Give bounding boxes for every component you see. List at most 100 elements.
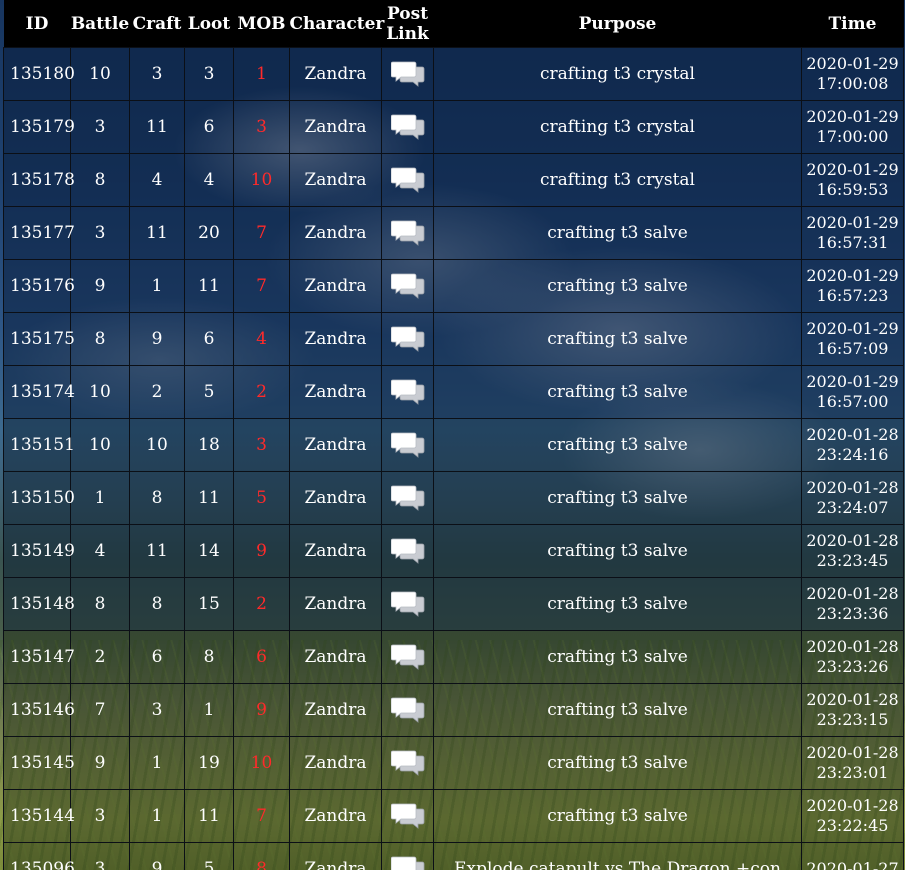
cell-purpose: crafting t3 salve [433, 365, 802, 419]
cell-craft: 11 [129, 100, 185, 154]
cell-time-date: 2020-01-29 [806, 107, 899, 126]
cell-character: Zandra [289, 206, 382, 260]
cell-post-link [381, 842, 434, 870]
chat-bubbles-icon[interactable] [390, 590, 425, 618]
cell-id: 135147 [3, 630, 75, 684]
table-row: 135178 8 4 4 10 Zandra crafting t3 cryst… [3, 153, 904, 207]
cell-battle: 2 [70, 630, 130, 684]
header-loot[interactable]: Loot [184, 0, 234, 48]
chat-bubbles-icon[interactable] [390, 431, 425, 459]
header-time[interactable]: Time [801, 0, 904, 48]
cell-time-date: 2020-01-29 [806, 372, 899, 391]
cell-post-link [381, 683, 434, 737]
chat-bubbles-icon[interactable] [390, 272, 425, 300]
cell-mob: 3 [233, 100, 290, 154]
header-row: ID Battle Craft Loot MOB Character Post L… [3, 0, 904, 48]
table-row: 135175 8 9 6 4 Zandra crafting t3 salve … [3, 312, 904, 366]
chat-bubbles-icon[interactable] [390, 802, 425, 830]
cell-post-link [381, 206, 434, 260]
cell-battle: 4 [70, 524, 130, 578]
cell-id: 135176 [3, 259, 75, 313]
cell-id: 135174 [3, 365, 75, 419]
cell-time-date: 2020-01-28 [806, 425, 899, 444]
chat-bubbles-icon[interactable] [390, 855, 425, 870]
table-row: 135145 9 1 19 10 Zandra crafting t3 salv… [3, 736, 904, 790]
cell-time: 2020-01-27 [801, 842, 904, 870]
cell-time-date: 2020-01-28 [806, 796, 899, 815]
cell-battle: 9 [70, 736, 130, 790]
cell-battle: 9 [70, 259, 130, 313]
chat-bubbles-icon[interactable] [390, 60, 425, 88]
cell-craft: 1 [129, 789, 185, 843]
chat-bubbles-icon[interactable] [390, 113, 425, 141]
chat-bubbles-icon[interactable] [390, 696, 425, 724]
cell-post-link [381, 418, 434, 472]
cell-post-link [381, 365, 434, 419]
cell-time: 2020-01-29 16:57:00 [801, 365, 904, 419]
cell-time-clock: 23:22:45 [816, 816, 889, 835]
cell-post-link [381, 100, 434, 154]
cell-craft: 1 [129, 259, 185, 313]
header-character[interactable]: Character [289, 0, 384, 48]
cell-purpose: crafting t3 salve [433, 418, 802, 472]
cell-post-link [381, 471, 434, 525]
header-post-link[interactable]: Post Link [381, 0, 434, 48]
cell-character: Zandra [289, 789, 382, 843]
table-row: 135177 3 11 20 7 Zandra crafting t3 salv… [3, 206, 904, 260]
header-battle[interactable]: Battle [70, 0, 130, 48]
cell-time: 2020-01-28 23:24:16 [801, 418, 904, 472]
cell-loot: 4 [184, 153, 234, 207]
cell-mob: 4 [233, 312, 290, 366]
cell-craft: 3 [129, 683, 185, 737]
table-row: 135096 3 9 5 8 Zandra Explode catapult v… [3, 842, 904, 870]
chat-bubbles-icon[interactable] [390, 484, 425, 512]
cell-time: 2020-01-28 23:23:01 [801, 736, 904, 790]
chat-bubbles-icon[interactable] [390, 325, 425, 353]
cell-id: 135178 [3, 153, 75, 207]
cell-time-date: 2020-01-28 [806, 637, 899, 656]
cell-battle: 8 [70, 577, 130, 631]
cell-time-clock: 17:00:00 [816, 127, 889, 146]
cell-mob: 5 [233, 471, 290, 525]
cell-time-clock: 16:57:09 [816, 339, 889, 358]
cell-purpose: crafting t3 salve [433, 206, 802, 260]
cell-post-link [381, 312, 434, 366]
cell-time-clock: 16:59:53 [816, 180, 889, 199]
cell-mob: 7 [233, 206, 290, 260]
chat-bubbles-icon[interactable] [390, 537, 425, 565]
cell-purpose: crafting t3 salve [433, 259, 802, 313]
cell-battle: 8 [70, 312, 130, 366]
cell-character: Zandra [289, 259, 382, 313]
chat-bubbles-icon[interactable] [390, 166, 425, 194]
chat-bubbles-icon[interactable] [390, 219, 425, 247]
chat-bubbles-icon[interactable] [390, 378, 425, 406]
cell-time-date: 2020-01-28 [806, 584, 899, 603]
cell-time-clock: 23:23:26 [816, 657, 889, 676]
header-post-link-line2: Link [386, 23, 429, 44]
cell-id: 135177 [3, 206, 75, 260]
table-row: 135147 2 6 8 6 Zandra crafting t3 salve … [3, 630, 904, 684]
table-row: 135176 9 1 11 7 Zandra crafting t3 salve… [3, 259, 904, 313]
cell-post-link [381, 47, 434, 101]
header-craft[interactable]: Craft [129, 0, 185, 48]
cell-craft: 10 [129, 418, 185, 472]
cell-purpose: crafting t3 salve [433, 312, 802, 366]
cell-purpose: Explode catapult vs The Dragon +con [433, 842, 802, 870]
header-purpose[interactable]: Purpose [433, 0, 802, 48]
cell-purpose: crafting t3 salve [433, 683, 802, 737]
cell-mob: 10 [233, 153, 290, 207]
cell-purpose: crafting t3 salve [433, 736, 802, 790]
cell-loot: 5 [184, 365, 234, 419]
header-id[interactable]: ID [3, 0, 71, 48]
cell-battle: 3 [70, 842, 130, 870]
cell-time: 2020-01-28 23:23:45 [801, 524, 904, 578]
cell-time-date: 2020-01-29 [806, 213, 899, 232]
cell-time-clock: 16:57:31 [816, 233, 889, 252]
cell-craft: 6 [129, 630, 185, 684]
header-mob[interactable]: MOB [233, 0, 290, 48]
cell-character: Zandra [289, 47, 382, 101]
chat-bubbles-icon[interactable] [390, 749, 425, 777]
cell-time-clock: 23:23:15 [816, 710, 889, 729]
cell-time-clock: 17:00:08 [816, 74, 889, 93]
chat-bubbles-icon[interactable] [390, 643, 425, 671]
